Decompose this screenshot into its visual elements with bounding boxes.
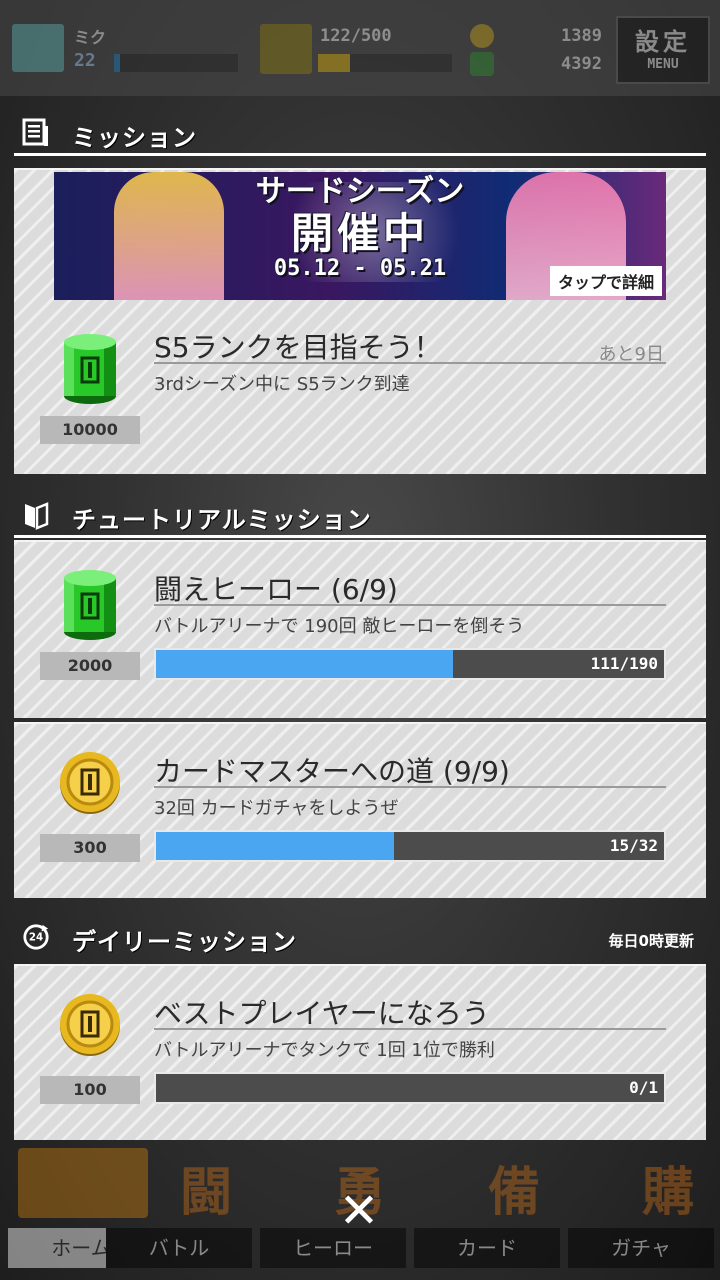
banner-tap-detail[interactable]: タップで詳細 <box>549 266 662 296</box>
beginner-leaf-icon <box>25 502 49 530</box>
svg-text:24: 24 <box>29 932 43 944</box>
mission-title-rule <box>154 604 666 606</box>
top-status-bar: ミク 22 122/500 1389 4392 設定 MENU <box>0 0 720 96</box>
mission-description: バトルアリーナでタンクで 1回 1位で勝利 <box>154 1040 495 1061</box>
mission-description: バトルアリーナで 190回 敵ヒーローを倒そう <box>154 616 525 637</box>
event-banner[interactable]: サードシーズン 開催中 05.12 - 05.21 タップで詳細 <box>54 172 666 300</box>
mission-title: カードマスターへの道 (9/9) <box>154 755 510 788</box>
player-level: 22 <box>74 50 96 71</box>
player-avatar <box>12 24 64 72</box>
daily-section-title: デイリーミッション <box>72 928 297 956</box>
mission-description: 3rdシーズン中に S5ランク到達 <box>154 374 410 395</box>
gem-icon <box>470 52 494 76</box>
nav-battle-label: バトル <box>106 1228 252 1268</box>
mission-progress-bar: 111/190 <box>154 648 666 680</box>
tutorial-section-title: チュートリアルミッション <box>72 506 372 534</box>
reward-amount: 100 <box>40 1076 140 1104</box>
reward-amount: 2000 <box>40 652 140 680</box>
refresh-24h-icon: 24 <box>23 924 49 950</box>
nav-hero[interactable]: 勇 ヒーロー <box>260 1142 406 1268</box>
settings-menu-button[interactable]: 設定 MENU <box>616 16 710 84</box>
reward-amount: 10000 <box>40 416 140 444</box>
gem-count: 4392 <box>561 54 602 74</box>
mission-section-header: ミッション <box>14 112 706 156</box>
nav-gacha-label: ガチャ <box>568 1228 714 1268</box>
tutorial-section-header: チュートリアルミッション <box>14 494 706 538</box>
season-mission-card[interactable]: サードシーズン 開催中 05.12 - 05.21 タップで詳細 10000 S… <box>14 168 706 474</box>
section-divider <box>14 153 706 156</box>
rank-bar-fill <box>318 54 351 72</box>
coin-icon <box>470 24 494 48</box>
mission-card[interactable]: 300 カードマスターへの道 (9/9) 32回 カードガチャをしようぜ 15/… <box>14 722 706 898</box>
progress-fill <box>156 650 453 678</box>
gacha-kanji-icon: 購 <box>642 1163 695 1223</box>
nav-gacha[interactable]: 購 ガチャ <box>568 1142 714 1268</box>
reward-amount: 300 <box>40 834 140 862</box>
green-can-icon <box>64 570 116 640</box>
xp-bar <box>114 54 238 72</box>
section-divider <box>14 535 706 538</box>
mission-title-rule <box>154 1028 666 1030</box>
gold-coin-icon <box>60 994 120 1056</box>
progress-text: 15/32 <box>609 836 658 855</box>
reward-box: 10000 <box>40 330 140 444</box>
reward-box: 2000 <box>40 566 140 680</box>
mission-card[interactable]: 2000 闘えヒーロー (6/9) バトルアリーナで 190回 敵ヒーローを倒そ… <box>14 540 706 718</box>
close-button[interactable]: ✕ <box>334 1186 384 1236</box>
card-kanji-icon: 備 <box>488 1163 541 1223</box>
mission-progress-bar: 0/1 <box>154 1072 666 1104</box>
gold-coin-icon <box>60 752 120 814</box>
rank-icon <box>260 24 312 74</box>
mission-title: 闘えヒーロー (6/9) <box>154 573 398 606</box>
xp-bar-fill <box>114 54 121 72</box>
banner-title: 開催中 <box>290 209 429 258</box>
mission-title-rule <box>154 362 666 364</box>
rank-xp-text: 122/500 <box>320 26 392 46</box>
mission-title: ベストプレイヤーになろう <box>154 997 490 1030</box>
battle-kanji-icon: 闘 <box>180 1163 233 1223</box>
mission-title-rule <box>154 786 666 788</box>
daily-refresh-note: 毎日0時更新 <box>608 932 694 950</box>
mission-card[interactable]: 100 ベストプレイヤーになろう バトルアリーナでタンクで 1回 1位で勝利 0… <box>14 964 706 1140</box>
rank-bar <box>318 54 452 72</box>
menu-label: MENU <box>647 57 679 72</box>
mission-description: 32回 カードガチャをしようぜ <box>154 798 399 819</box>
player-name: ミク <box>74 28 107 47</box>
nav-card-label: カード <box>414 1228 560 1268</box>
mission-section-title: ミッション <box>72 124 197 152</box>
mission-progress-bar: 15/32 <box>154 830 666 862</box>
progress-text: 111/190 <box>590 654 658 673</box>
progress-fill <box>156 832 395 860</box>
green-can-icon <box>64 334 116 404</box>
reward-box: 300 <box>40 748 140 862</box>
reward-box: 100 <box>40 990 140 1104</box>
mission-title: S5ランクを目指そう！ <box>154 331 442 364</box>
nav-battle[interactable]: 闘 バトル <box>106 1142 252 1268</box>
daily-section-header: 24 デイリーミッション 毎日0時更新 <box>14 916 706 960</box>
document-list-icon <box>22 118 48 146</box>
progress-text: 0/1 <box>629 1078 658 1097</box>
menu-kanji: 設定 <box>635 28 691 56</box>
coin-count: 1389 <box>561 26 602 46</box>
nav-hero-label: ヒーロー <box>260 1228 406 1268</box>
nav-card[interactable]: 備 カード <box>414 1142 560 1268</box>
